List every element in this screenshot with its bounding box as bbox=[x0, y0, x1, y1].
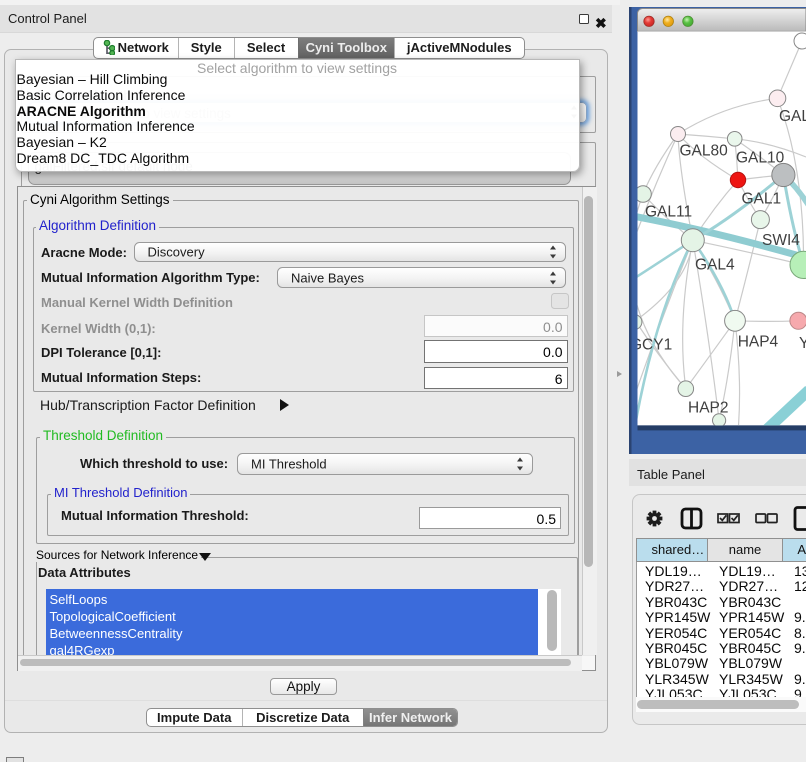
svg-text:HAP2: HAP2 bbox=[688, 400, 729, 417]
svg-text:HAP4: HAP4 bbox=[738, 334, 779, 351]
svg-text:GAL11: GAL11 bbox=[645, 203, 692, 220]
svg-text:GAL7: GAL7 bbox=[779, 108, 806, 125]
svg-text:GAL10: GAL10 bbox=[736, 150, 785, 167]
svg-text:SWI4: SWI4 bbox=[762, 232, 800, 249]
svg-text:GAL80: GAL80 bbox=[680, 143, 729, 160]
svg-text:GAL1: GAL1 bbox=[742, 191, 782, 208]
svg-text:YMR: YMR bbox=[799, 335, 806, 352]
svg-text:GAL4: GAL4 bbox=[695, 257, 735, 274]
